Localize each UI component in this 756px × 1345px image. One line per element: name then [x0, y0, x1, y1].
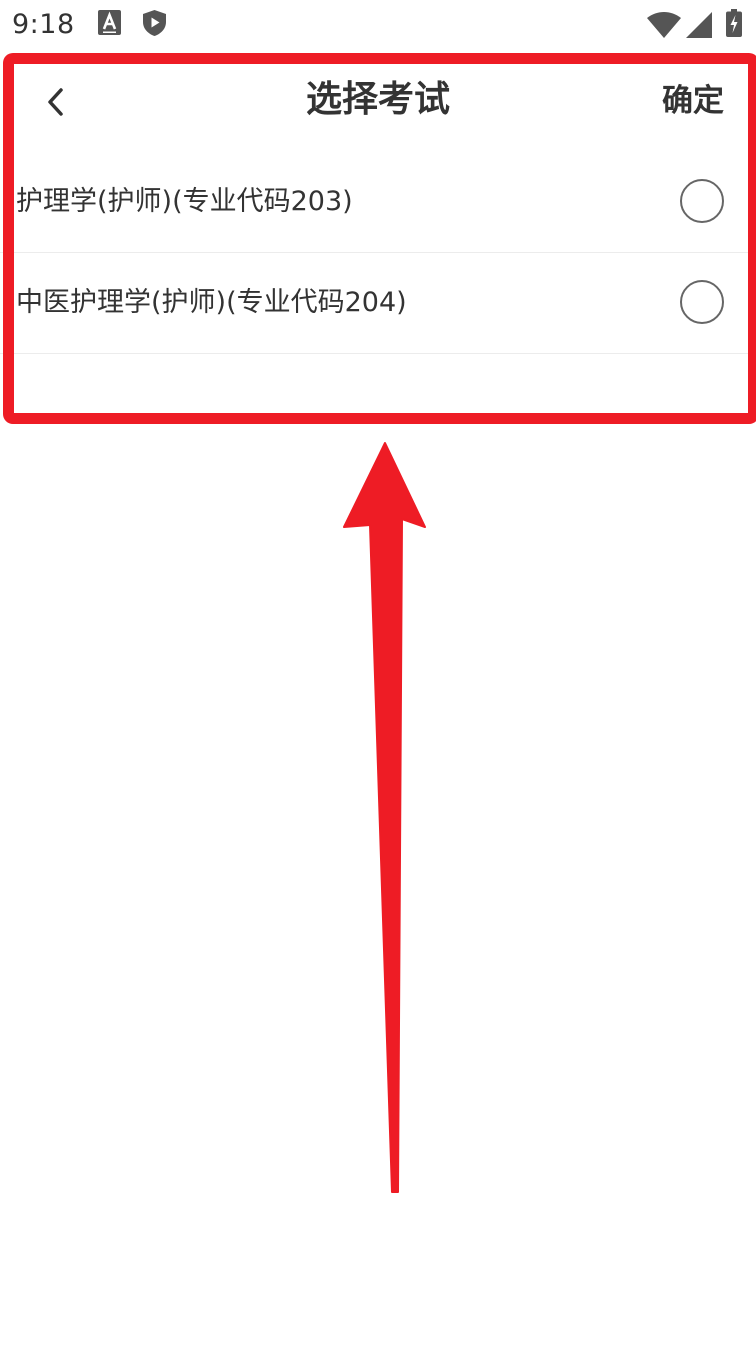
annotation-arrow-up-icon [343, 442, 426, 1193]
page-title: 选择考试 [305, 79, 450, 120]
battery-charging-icon [726, 9, 742, 37]
confirm-button[interactable]: 确定 [662, 78, 724, 124]
radio-unchecked-icon[interactable] [680, 179, 724, 223]
exam-option-204[interactable]: 中医护理学(护师)(专业代码204) [0, 253, 756, 354]
exam-list: 护理学(护师)(专业代码203) 中医护理学(护师)(专业代码204) [0, 152, 756, 354]
exam-option-label: 护理学(护师)(专业代码203) [16, 186, 353, 217]
app-bar: 选择考试 确定 [0, 50, 756, 150]
cell-signal-icon [686, 12, 712, 38]
status-bar: 9:18 [0, 0, 756, 50]
status-time: 9:18 [12, 9, 75, 40]
exam-option-203[interactable]: 护理学(护师)(专业代码203) [0, 152, 756, 253]
exam-option-label: 中医护理学(护师)(专业代码204) [16, 287, 407, 318]
wifi-icon [647, 12, 681, 38]
radio-unchecked-icon[interactable] [680, 280, 724, 324]
font-a-icon [98, 10, 121, 35]
shield-play-icon [143, 10, 166, 36]
